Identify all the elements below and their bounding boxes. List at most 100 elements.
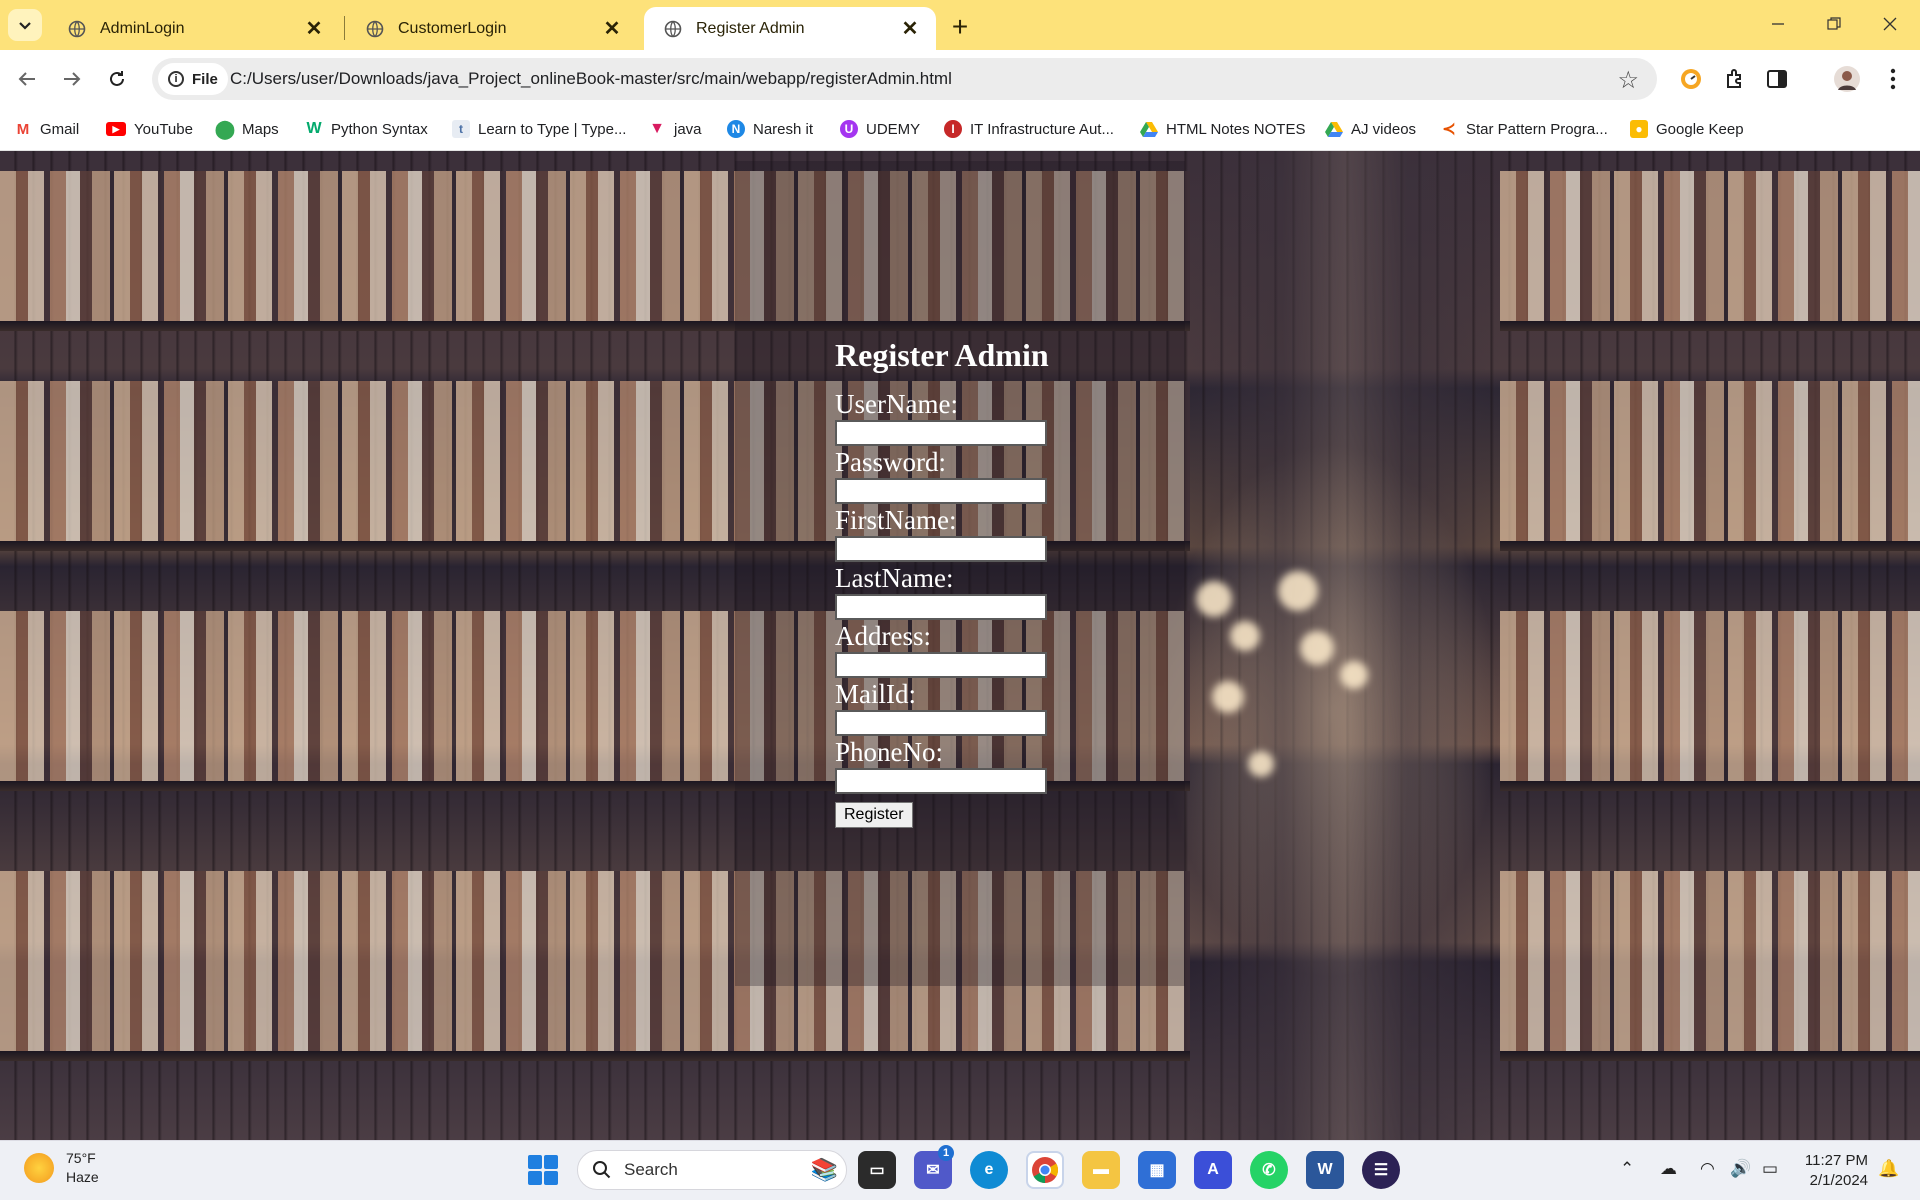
mailid-input[interactable]: [835, 710, 1047, 736]
windows-logo-icon: [528, 1155, 542, 1169]
page-title: Register Admin: [835, 337, 1049, 373]
arrow-left-icon: [18, 72, 35, 86]
reload-button[interactable]: [100, 62, 134, 96]
teams-chat-icon[interactable]: ✉ 1: [914, 1145, 954, 1189]
tab-register-admin[interactable]: Register Admin ✕: [644, 7, 936, 50]
battery-icon[interactable]: ▭: [1762, 1159, 1778, 1179]
tab-customerlogin[interactable]: CustomerLogin ✕: [346, 7, 638, 50]
volume-icon[interactable]: 🔊: [1730, 1159, 1751, 1179]
restore-button[interactable]: [1806, 0, 1862, 48]
system-clock[interactable]: 11:27 PM 2/1/2024: [1800, 1151, 1868, 1191]
new-tab-button[interactable]: +: [944, 11, 976, 43]
weather-widget[interactable]: 75°F Haze: [24, 1149, 99, 1187]
globe-icon: [68, 20, 86, 37]
notification-bell-icon[interactable]: 🔔: [1878, 1159, 1899, 1179]
taskbar-search-box[interactable]: Search 📚: [577, 1150, 847, 1190]
edge-icon[interactable]: e: [970, 1151, 1008, 1189]
chrome-icon[interactable]: [1026, 1151, 1064, 1189]
bookmark-udemy[interactable]: U UDEMY: [840, 116, 920, 142]
onedrive-cloud-icon[interactable]: ☁: [1660, 1159, 1677, 1179]
side-panel-icon[interactable]: [1762, 64, 1792, 94]
firstname-input[interactable]: [835, 536, 1047, 562]
bookmark-label: AJ videos: [1351, 120, 1417, 138]
extensions-puzzle-icon[interactable]: [1720, 64, 1750, 94]
forward-button[interactable]: [55, 62, 89, 96]
eclipse-icon[interactable]: ☰: [1362, 1151, 1400, 1189]
background-light: [1196, 581, 1232, 617]
phoneno-input[interactable]: [835, 768, 1047, 794]
bookmark-label: Google Keep: [1656, 120, 1744, 138]
extension-speed-icon[interactable]: [1676, 64, 1706, 94]
bookmark-label: HTML Notes NOTES: [1166, 120, 1306, 138]
site-info-chip[interactable]: i File: [158, 63, 228, 95]
close-icon[interactable]: ✕: [898, 17, 922, 41]
taskbar: 75°F Haze Search 📚 ▭ ✉ 1 e ▬ ▦ A ✆ W ☰ ⌃…: [0, 1140, 1920, 1200]
bookmark-python-syntax[interactable]: W Python Syntax: [305, 116, 427, 142]
bookmark-it-infrastructure[interactable]: I IT Infrastructure Aut...: [944, 116, 1114, 142]
restore-icon: [1827, 17, 1841, 30]
udemy-icon: U: [840, 120, 858, 138]
close-window-button[interactable]: [1862, 0, 1918, 48]
tab-adminlogin[interactable]: AdminLogin ✕: [48, 7, 340, 50]
bookmark-html-notes[interactable]: HTML Notes NOTES: [1140, 116, 1305, 142]
wifi-icon[interactable]: ◠: [1700, 1159, 1715, 1179]
phoneno-label: PhoneNo:: [835, 737, 943, 767]
register-form: Register Admin UserName: Password: First…: [835, 336, 1135, 828]
bookmark-star-pattern[interactable]: ≺ Star Pattern Progra...: [1440, 116, 1607, 142]
word-icon[interactable]: W: [1306, 1151, 1344, 1189]
start-button[interactable]: [528, 1155, 558, 1185]
address-label: Address:: [835, 621, 931, 651]
register-button[interactable]: Register: [835, 802, 913, 828]
chat-icon: ✉: [926, 1162, 940, 1179]
bookmark-google-keep[interactable]: ● Google Keep: [1630, 116, 1744, 142]
background-shelf: [1500, 1051, 1920, 1061]
store-icon[interactable]: ▦: [1138, 1151, 1176, 1189]
info-icon: i: [168, 71, 184, 87]
bookmark-label: IT Infrastructure Aut...: [970, 120, 1114, 138]
url-text[interactable]: C:/Users/user/Downloads/java_Project_onl…: [230, 58, 952, 100]
address-input[interactable]: [835, 652, 1047, 678]
file-explorer-icon[interactable]: ▬: [1082, 1151, 1120, 1189]
search-highlight-icon: 📚: [810, 1157, 838, 1182]
bookmark-aj-videos[interactable]: AJ videos: [1325, 116, 1416, 142]
background-books: [1500, 381, 1920, 541]
address-bar[interactable]: i File C:/Users/user/Downloads/java_Proj…: [152, 58, 1657, 100]
bookmark-maps[interactable]: ⬤ Maps: [215, 116, 279, 142]
bookmark-label: UDEMY: [866, 120, 921, 138]
show-hidden-icons-chevron-icon[interactable]: ⌃: [1620, 1159, 1634, 1179]
password-input[interactable]: [835, 478, 1047, 504]
weather-haze-icon: [24, 1153, 54, 1183]
whatsapp-icon[interactable]: ✆: [1250, 1151, 1288, 1189]
bookmark-learn-to-type[interactable]: t Learn to Type | Type...: [452, 116, 626, 142]
search-placeholder: Search: [624, 1160, 678, 1179]
task-view-icon[interactable]: ▭: [858, 1151, 896, 1189]
username-label: UserName:: [835, 389, 958, 419]
minimize-icon: [1772, 23, 1784, 25]
youtube-icon: ▶: [106, 122, 126, 136]
bookmark-youtube[interactable]: ▶ YouTube: [106, 116, 193, 142]
ide-icon[interactable]: A: [1194, 1151, 1232, 1189]
username-input[interactable]: [835, 420, 1047, 446]
bookmark-gmail[interactable]: M Gmail: [14, 116, 79, 142]
browser-toolbar: i File C:/Users/user/Downloads/java_Proj…: [0, 50, 1920, 108]
minimize-button[interactable]: [1750, 0, 1806, 48]
profile-avatar[interactable]: [1832, 64, 1862, 94]
background-light: [1248, 751, 1274, 777]
lastname-input[interactable]: [835, 594, 1047, 620]
back-button[interactable]: [10, 62, 44, 96]
bookmark-label: Gmail: [40, 120, 80, 138]
drive-icon: [1325, 122, 1343, 137]
close-icon[interactable]: ✕: [600, 17, 624, 41]
search-icon: [593, 1161, 611, 1179]
bookmark-label: Naresh it: [753, 120, 814, 138]
tab-title: AdminLogin: [100, 19, 185, 37]
more-menu-icon[interactable]: [1878, 64, 1908, 94]
close-icon[interactable]: ✕: [302, 17, 326, 41]
background-light: [1300, 631, 1334, 665]
tab-search-button[interactable]: [8, 9, 42, 41]
pattern-icon: ≺: [1442, 121, 1456, 138]
bookmark-java[interactable]: ▼ java: [648, 116, 701, 142]
background-shelf: [1500, 781, 1920, 791]
bookmark-naresh-it[interactable]: N Naresh it: [727, 116, 813, 142]
bookmark-star-icon[interactable]: ☆: [1617, 66, 1639, 95]
